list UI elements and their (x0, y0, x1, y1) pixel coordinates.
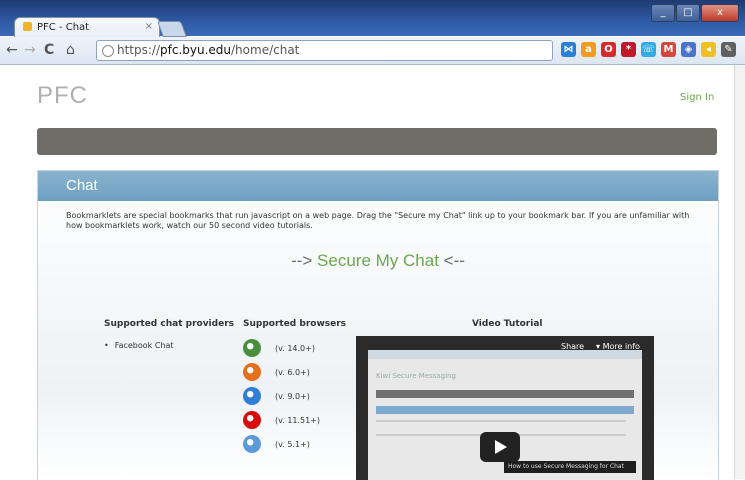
chat-panel: Chat Bookmarklets are special bookmarks … (37, 170, 719, 480)
sign-in-link[interactable]: Sign In (680, 92, 714, 103)
site-info-icon[interactable] (102, 45, 114, 57)
thumb-title: Kiwi Secure Messaging (376, 372, 456, 380)
browser-toolbar: ← → C ⌂ https://pfc.byu.edu/home/chat ⋈ a… (0, 37, 745, 65)
thumb-toolbar (368, 350, 642, 359)
secure-suffix: <-- (438, 251, 465, 270)
opera-icon (243, 411, 261, 429)
address-bar[interactable]: https://pfc.byu.edu/home/chat (96, 40, 553, 61)
chat-icon[interactable]: ◈ (681, 42, 696, 57)
home-button[interactable]: ⌂ (66, 43, 75, 57)
gmail-icon[interactable]: M (661, 42, 676, 57)
video-more-info-button[interactable]: ▾ More info (596, 342, 640, 351)
secure-my-chat-link[interactable]: Secure My Chat (317, 251, 439, 270)
browser-version: (v. 11.51+) (275, 416, 321, 425)
provider-list: • Facebook Chat (104, 341, 174, 350)
secure-my-chat: --> Secure My Chat <-- (38, 251, 718, 271)
page-scrollbar[interactable] (734, 65, 745, 479)
window-controls: _ □ x (650, 4, 739, 22)
back-button[interactable]: ← (6, 43, 18, 57)
panel-header: Chat (38, 171, 718, 201)
play-icon[interactable] (480, 432, 520, 462)
video-share-button[interactable]: Share (561, 342, 584, 351)
firefox-icon (243, 363, 261, 381)
close-window-button[interactable]: x (701, 4, 739, 22)
ie-icon (243, 387, 261, 405)
video-caption: How to use Secure Messaging for Chat (504, 461, 636, 473)
browser-version: (v. 9.0+) (275, 392, 310, 401)
plug-icon[interactable]: ◂ (701, 42, 716, 57)
opera-icon[interactable]: O (601, 42, 616, 57)
lastpass-icon[interactable]: * (621, 42, 636, 57)
reload-button[interactable]: C (44, 43, 54, 57)
site-navbar (37, 128, 717, 155)
tab-pfc-chat[interactable]: PFC - Chat × (14, 17, 160, 38)
chrome-icon (243, 339, 261, 357)
video-player[interactable]: Kiwi Secure Messaging Share ▾ More info … (356, 336, 654, 480)
site-logo[interactable]: PFC (37, 82, 88, 110)
wrench-icon[interactable]: ✎ (721, 42, 736, 57)
minimize-button[interactable]: _ (651, 4, 675, 22)
tab-close-button[interactable]: × (145, 21, 153, 32)
browser-version: (v. 5.1+) (275, 440, 310, 449)
thumb-chat-bar (376, 406, 634, 414)
browser-version: (v. 6.0+) (275, 368, 310, 377)
safari-icon (243, 435, 261, 453)
new-tab-button[interactable] (157, 21, 187, 37)
provider-item: Facebook Chat (114, 341, 174, 350)
delicious-icon[interactable]: ⋈ (561, 42, 576, 57)
amazon-icon[interactable]: a (581, 42, 596, 57)
thumb-navbar (376, 390, 634, 398)
tab-title: PFC - Chat (37, 22, 90, 33)
address-url: https://pfc.byu.edu/home/chat (117, 43, 300, 57)
providers-title: Supported chat providers (104, 319, 234, 329)
browsers-title: Supported browsers (243, 319, 347, 329)
browser-version: (v. 14.0+) (275, 344, 315, 353)
video-title: Video Tutorial (472, 319, 543, 329)
panel-title: Chat (66, 177, 98, 194)
lock-icon (23, 22, 32, 31)
maximize-button[interactable]: □ (676, 4, 700, 22)
forward-button[interactable]: → (24, 43, 36, 57)
page-content: PFC Sign In Chat Bookmarklets are specia… (0, 65, 745, 480)
skype-icon[interactable]: ☏ (641, 42, 656, 57)
secure-prefix: --> (291, 251, 318, 270)
window-titlebar: PFC - Chat × _ □ x (0, 0, 745, 38)
intro-text: Bookmarklets are special bookmarks that … (66, 211, 690, 230)
